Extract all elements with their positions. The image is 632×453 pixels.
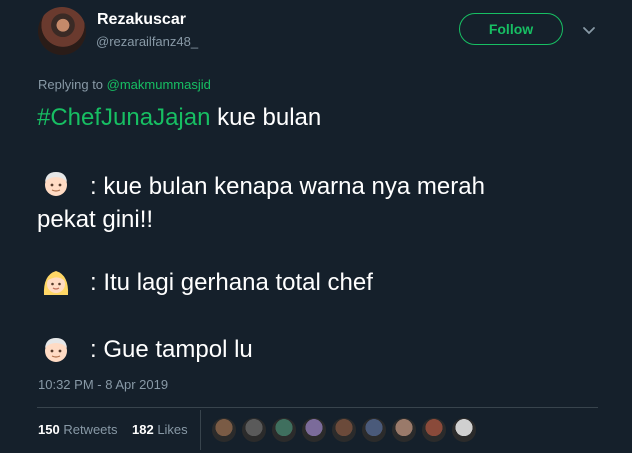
- retweets-stat[interactable]: 150 Retweets: [38, 422, 118, 437]
- retweets-count: 150: [38, 422, 60, 437]
- liker-avatar[interactable]: [241, 417, 267, 443]
- stats-separator: [200, 410, 201, 450]
- liker-avatars: [211, 417, 481, 443]
- likes-label: Likes: [157, 422, 188, 437]
- tweet-line-5: : Gue tampol lu: [90, 336, 253, 363]
- tweet-timestamp[interactable]: 10:32 PM - 8 Apr 2019: [38, 377, 168, 392]
- tweet-line-1-text: kue bulan: [210, 104, 322, 131]
- replying-to: Replying to @makmummasjid: [38, 77, 211, 92]
- liker-avatar[interactable]: [271, 417, 297, 443]
- blond-woman-emoji-icon: [43, 271, 69, 295]
- tweet-line-2: : kue bulan kenapa warna nya merah: [90, 173, 485, 200]
- liker-avatar[interactable]: [451, 417, 477, 443]
- retweets-label: Retweets: [63, 422, 118, 437]
- tweet-stats: 150 Retweets 182 Likes: [38, 422, 188, 437]
- stats-divider: [37, 407, 598, 408]
- liker-avatar[interactable]: [421, 417, 447, 443]
- hashtag-link[interactable]: #ChefJunaJajan: [37, 104, 210, 131]
- liker-avatar[interactable]: [361, 417, 387, 443]
- liker-avatar[interactable]: [391, 417, 417, 443]
- likes-count: 182: [131, 422, 154, 437]
- replying-to-link[interactable]: @makmummasjid: [107, 77, 211, 92]
- liker-avatar[interactable]: [211, 417, 237, 443]
- replying-to-label: Replying to: [38, 77, 107, 92]
- tweet-line-1: #ChefJunaJajan kue bulan: [37, 103, 321, 133]
- chevron-down-icon[interactable]: [582, 23, 596, 37]
- tweet-line-3: pekat gini!!: [37, 206, 154, 233]
- follow-button[interactable]: Follow: [459, 13, 563, 45]
- liker-avatar[interactable]: [301, 417, 327, 443]
- user-name[interactable]: Rezakuscar: [97, 11, 186, 29]
- likes-stat[interactable]: 182 Likes: [132, 422, 188, 437]
- man-emoji-icon: [45, 172, 67, 196]
- user-handle[interactable]: @rezarailfanz48_: [96, 34, 198, 49]
- liker-avatar[interactable]: [331, 417, 357, 443]
- man-emoji-icon: [45, 338, 67, 362]
- user-avatar[interactable]: [38, 7, 86, 55]
- tweet-line-4: : Itu lagi gerhana total chef: [90, 269, 373, 296]
